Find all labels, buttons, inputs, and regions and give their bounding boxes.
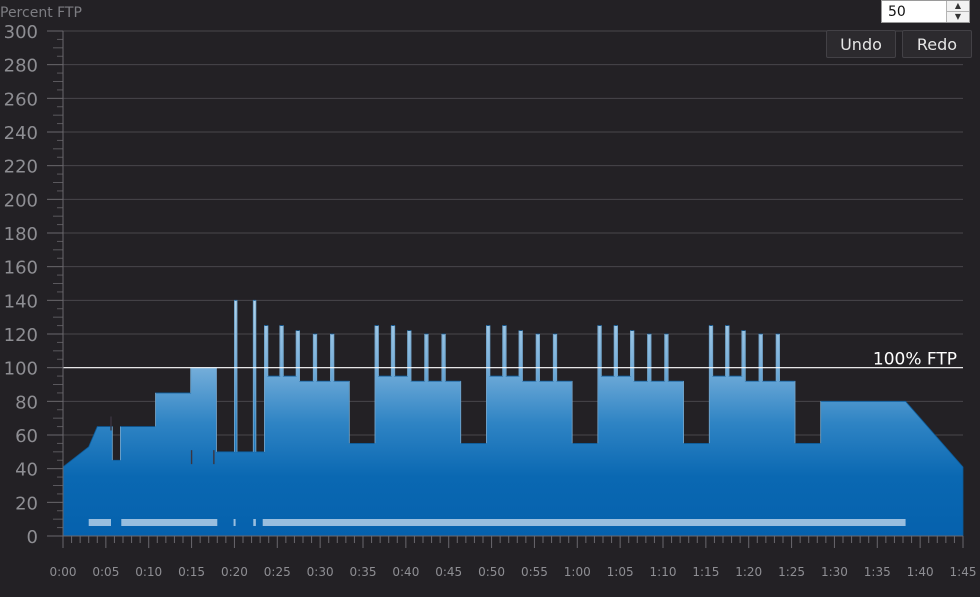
spinner-down-icon[interactable]: ▼: [947, 11, 969, 22]
y-tick-label-240: 240: [4, 123, 38, 144]
workout-area[interactable]: [62, 299, 964, 537]
redo-button[interactable]: Redo: [902, 30, 972, 58]
segment-block: [262, 519, 906, 526]
segment-block: [121, 519, 218, 526]
x-tick-label: 1:45: [950, 565, 977, 579]
x-tick-label: 0:20: [221, 565, 248, 579]
spinner-up-icon[interactable]: ▲: [947, 1, 969, 11]
y-tick-label-300: 300: [4, 22, 38, 43]
x-tick-label: 1:10: [650, 565, 677, 579]
segment-bar: [88, 519, 906, 526]
y-tick-label-280: 280: [4, 56, 38, 77]
x-tick-label: 1:00: [564, 565, 591, 579]
y-tick-label-140: 140: [4, 291, 38, 312]
spinner-input[interactable]: [882, 1, 946, 22]
x-tick-label: 1:15: [692, 565, 719, 579]
x-tick-label: 0:25: [264, 565, 291, 579]
x-tick-label: 0:05: [92, 565, 119, 579]
y-tick-label-0: 0: [27, 527, 38, 548]
y-tick-label-60: 60: [15, 426, 38, 447]
x-tick-label: 0:50: [478, 565, 505, 579]
x-tick-label: 0:45: [435, 565, 462, 579]
y-tick-label-260: 260: [4, 89, 38, 110]
x-tick-label: 1:20: [735, 565, 762, 579]
x-tick-label: 0:55: [521, 565, 548, 579]
y-tick-label-220: 220: [4, 157, 38, 178]
ftp-reference-label: 100% FTP: [873, 350, 957, 370]
x-tick-label: 1:25: [778, 565, 805, 579]
segment-block: [88, 519, 111, 526]
value-spinner[interactable]: ▲ ▼: [881, 0, 970, 23]
y-tick-label-20: 20: [15, 493, 38, 514]
x-tick-label: 0:00: [50, 565, 77, 579]
y-tick-label-180: 180: [4, 224, 38, 245]
undo-button[interactable]: Undo: [826, 30, 896, 58]
x-tick-label: 1:05: [607, 565, 634, 579]
x-tick-label: 0:30: [307, 565, 334, 579]
x-tick-label: 1:35: [864, 565, 891, 579]
chart-title: Percent FTP: [0, 5, 82, 21]
y-tick-label-40: 40: [15, 460, 38, 481]
workout-area-shape: [62, 299, 964, 537]
y-tick-label-100: 100: [4, 359, 38, 380]
x-tick-label: 1:40: [907, 565, 934, 579]
y-tick-label-200: 200: [4, 190, 38, 211]
segment-block: [253, 519, 256, 526]
y-tick-label-120: 120: [4, 325, 38, 346]
x-tick-label: 0:10: [135, 565, 162, 579]
spinner-arrows[interactable]: ▲ ▼: [946, 1, 969, 22]
y-tick-label-160: 160: [4, 258, 38, 279]
segment-block: [233, 519, 236, 526]
x-tick-label: 0:40: [392, 565, 419, 579]
y-tick-label-80: 80: [15, 392, 38, 413]
x-tick-label: 0:15: [178, 565, 205, 579]
ftp-chart[interactable]: Percent FTP 100% FTP 0 20 40 60 80 100 120 140 1…: [0, 0, 980, 597]
x-tick-label: 1:30: [821, 565, 848, 579]
ftp-reference: 100% FTP: [63, 350, 963, 370]
x-tick-label: 0:35: [350, 565, 377, 579]
